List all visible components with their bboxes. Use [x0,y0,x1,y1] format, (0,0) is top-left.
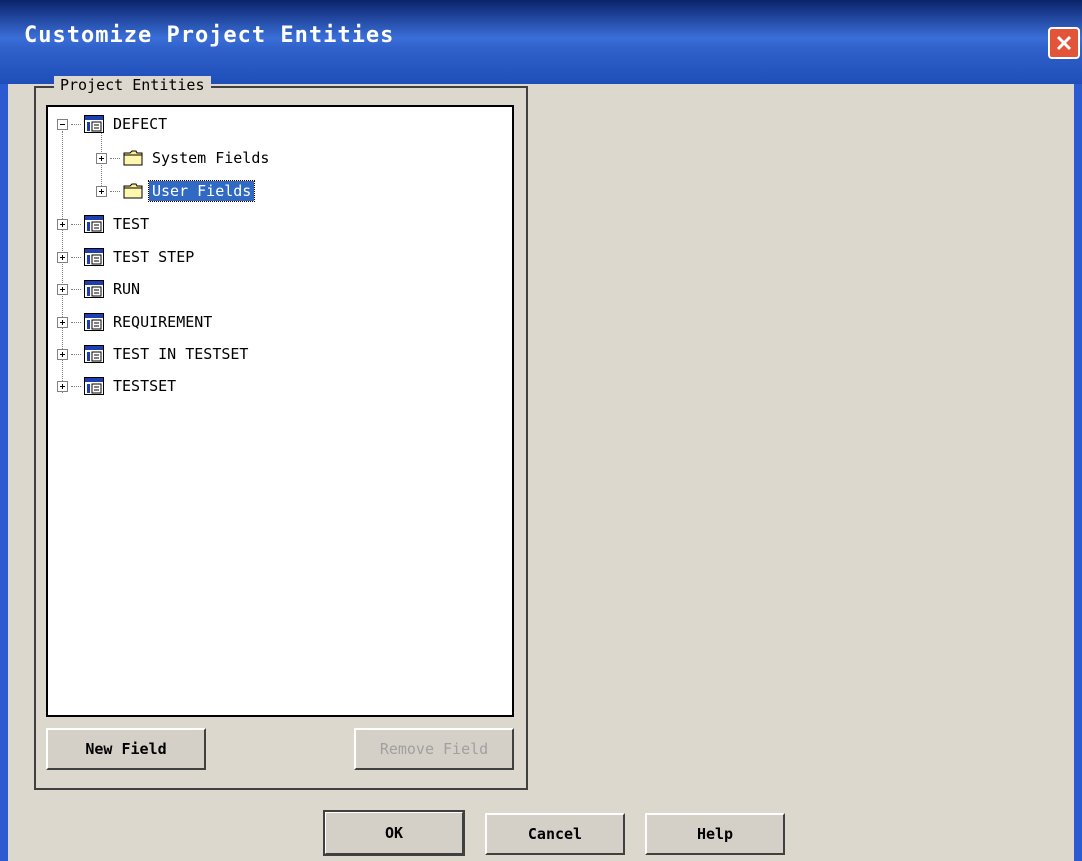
tree-node-run[interactable]: RUN [57,275,143,303]
close-button[interactable] [1048,27,1080,59]
group-label: Project Entities [54,76,211,94]
tree-node-test[interactable]: TEST [57,210,152,238]
entity-table-icon [84,115,104,133]
expand-icon[interactable] [57,283,68,295]
window-title: Customize Project Entities [24,23,395,48]
tree-node-user-fields[interactable]: User Fields [96,177,256,205]
expand-icon[interactable] [57,218,68,230]
entity-table-icon [84,377,104,395]
folder-icon [123,183,143,199]
tree-node-defect[interactable]: DEFECT [57,110,170,138]
entity-table-icon [84,215,104,233]
tree-connector [71,353,81,355]
expand-icon[interactable] [57,316,68,328]
tree-connector [71,123,81,125]
entities-tree[interactable]: DEFECT System Fields User Fields TEST TE… [46,105,514,717]
cancel-button[interactable]: Cancel [485,813,625,855]
tree-node-testset[interactable]: TESTSET [57,372,179,400]
tree-node-label: TEST STEP [113,248,195,266]
tree-node-label: User Fields [147,180,256,202]
tree-node-label: TESTSET [113,377,177,395]
entity-table-icon [84,345,104,363]
tree-node-test-in-testset[interactable]: TEST IN TESTSET [57,340,251,368]
window-frame-left [0,84,8,861]
expand-icon[interactable] [57,251,68,263]
tree-connector [71,288,81,290]
tree-node-label: DEFECT [113,115,168,133]
tree-node-label: TEST [113,215,150,233]
entity-table-icon [84,280,104,298]
expand-icon[interactable] [57,348,68,360]
tree-node-requirement[interactable]: REQUIREMENT [57,308,215,336]
collapse-icon[interactable] [57,118,68,130]
tree-connector [71,256,81,258]
folder-icon [123,150,143,166]
tree-connector [71,321,81,323]
title-bar[interactable]: Customize Project Entities [0,0,1082,84]
tree-node-system-fields[interactable]: System Fields [96,144,272,172]
expand-icon[interactable] [57,380,68,392]
entity-table-icon [84,313,104,331]
tree-connector [110,157,120,159]
expand-icon[interactable] [96,185,107,197]
tree-connector [71,223,81,225]
tree-node-label: RUN [113,280,141,298]
tree-node-label: System Fields [152,149,270,167]
remove-field-button[interactable]: Remove Field [354,728,514,770]
new-field-button[interactable]: New Field [46,728,206,770]
entity-table-icon [84,248,104,266]
tree-node-label: REQUIREMENT [113,313,213,331]
tree-node-label: TEST IN TESTSET [113,345,249,363]
tree-connector [110,190,120,192]
expand-icon[interactable] [96,152,107,164]
window-frame-right [1074,84,1082,861]
close-icon [1056,35,1072,51]
tree-connector [71,385,81,387]
help-button[interactable]: Help [645,813,785,855]
ok-button[interactable]: OK [323,810,465,856]
tree-node-test-step[interactable]: TEST STEP [57,243,197,271]
